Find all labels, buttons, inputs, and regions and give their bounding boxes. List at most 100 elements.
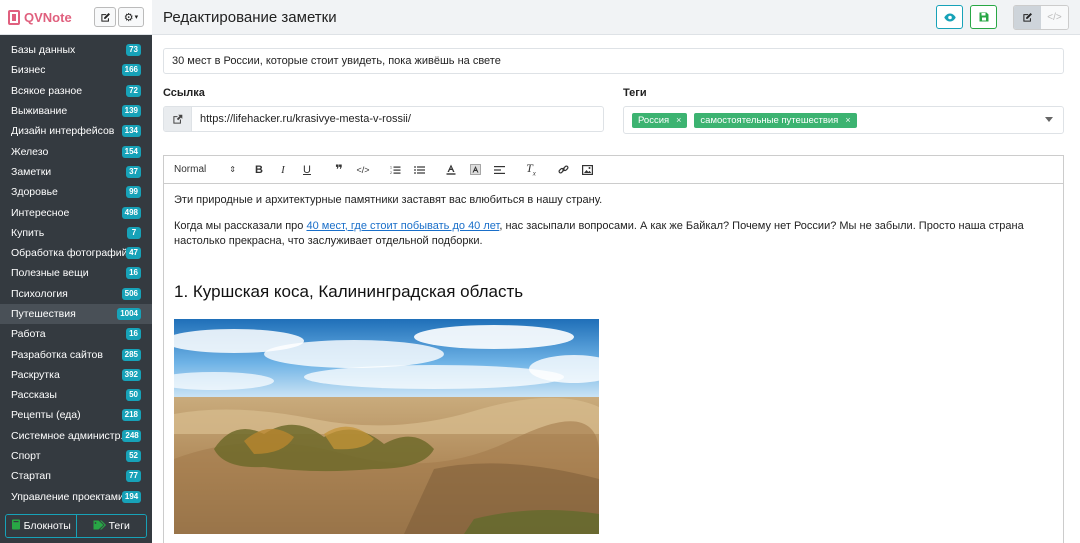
sidebar-item-notebook[interactable]: Бизнес 166 [0, 60, 152, 80]
sidebar-item-notebook[interactable]: Психология 506 [0, 284, 152, 304]
tags-button-label: Теги [108, 520, 130, 532]
tag-label: Россия [638, 114, 670, 126]
sidebar-item-label: Управление проектами [11, 490, 122, 503]
sidebar-item-label: Системное администр... [11, 429, 123, 442]
sidebar-item-label: Рецепты (еда) [11, 409, 81, 422]
sidebar-item-notebook[interactable]: Рассказы 50 [0, 385, 152, 405]
sidebar-item-notebook[interactable]: Спорт 52 [0, 446, 152, 466]
settings-button[interactable]: ⚙ ▾ [118, 7, 144, 27]
count-badge: 16 [126, 267, 141, 280]
note-editor: Normal ⇕ B I U ❞ </> 12 Tx Эти природные… [163, 155, 1064, 543]
sidebar-item-label: Купить [11, 226, 45, 239]
source-mode-button[interactable]: </> [1041, 5, 1068, 29]
notebooks-button[interactable]: Блокноты [6, 515, 76, 537]
link-icon [557, 165, 569, 174]
link-label: Ссылка [163, 87, 205, 99]
count-badge: 47 [126, 247, 141, 260]
sidebar-item-notebook[interactable]: Раскрутка 392 [0, 365, 152, 385]
link-input[interactable]: https://lifehacker.ru/krasivye-mesta-v-r… [192, 107, 603, 131]
ordered-list-icon: 12 [390, 165, 400, 175]
landscape-photo [174, 319, 599, 534]
align-button[interactable] [490, 165, 508, 175]
quote-icon: ❞ [335, 161, 343, 177]
text-color-icon [446, 164, 456, 175]
format-select-value: Normal [174, 164, 207, 175]
sidebar-item-label: Всякое разное [11, 84, 83, 97]
sidebar-item-label: Стартап [11, 470, 51, 483]
mode-toggle: </> [1013, 4, 1069, 30]
bullet-list-button[interactable] [410, 165, 428, 175]
sidebar-item-label: Обработка фотографий [11, 247, 126, 260]
sidebar-item-notebook[interactable]: Разработка сайтов 285 [0, 344, 152, 364]
clear-format-button[interactable]: Tx [522, 161, 540, 177]
italic-icon: I [281, 163, 285, 176]
sidebar-item-label: Разработка сайтов [11, 348, 103, 361]
text-color-button[interactable] [442, 164, 460, 175]
dropdown-caret-icon[interactable] [1045, 117, 1053, 122]
bold-button[interactable]: B [250, 164, 268, 176]
insert-link-button[interactable] [554, 164, 572, 175]
paragraph-text: Когда мы рассказали про [174, 219, 307, 232]
italic-button[interactable]: I [274, 164, 292, 176]
editor-content[interactable]: Эти природные и архитектурные памятники … [164, 184, 1063, 543]
count-badge: 1004 [117, 308, 141, 320]
sidebar-item-notebook[interactable]: Выживание 139 [0, 101, 152, 121]
insert-image-button[interactable] [578, 164, 596, 175]
blockquote-button[interactable]: ❞ [330, 162, 348, 178]
section-heading: 1. Куршская коса, Калининградская област… [174, 281, 524, 301]
page-title: Редактирование заметки [163, 8, 337, 26]
new-notebook-button[interactable] [94, 7, 116, 27]
sidebar-item-notebook[interactable]: Здоровье 99 [0, 182, 152, 202]
external-link-icon [173, 114, 183, 124]
underline-icon: U [303, 163, 311, 176]
remove-tag-icon[interactable]: × [676, 115, 681, 125]
align-left-icon [493, 165, 505, 174]
ordered-list-button[interactable]: 12 [386, 165, 404, 175]
save-button[interactable] [970, 5, 997, 29]
sidebar-item-notebook[interactable]: Полезные вещи 16 [0, 263, 152, 283]
count-badge: 72 [126, 84, 141, 97]
code-icon: </> [356, 164, 370, 175]
notebook-list: Базы данных 73 Бизнес 166 Всякое разное 72 Выж… [0, 40, 152, 507]
note-title-input[interactable]: 30 мест в России, которые стоит увидеть,… [163, 48, 1064, 74]
sidebar-item-label: Психология [11, 287, 68, 300]
format-select[interactable]: Normal ⇕ [174, 164, 236, 175]
sidebar-item-notebook[interactable]: Интересное 498 [0, 202, 152, 222]
sidebar-item-label: Дизайн интерфейсов [11, 125, 115, 138]
sidebar-item-notebook[interactable]: Управление проектами 194 [0, 487, 152, 507]
sidebar-item-notebook[interactable]: Купить 7 [0, 223, 152, 243]
sidebar-item-notebook[interactable]: Заметки 37 [0, 162, 152, 182]
paragraph: Эти природные и архитектурные памятники … [174, 194, 603, 206]
tags-select[interactable]: Россия × самостоятельные путешествия × [623, 106, 1064, 134]
sidebar-item-notebook[interactable]: Железо 154 [0, 141, 152, 161]
tags-button[interactable]: Теги [75, 515, 146, 537]
sidebar-item-notebook[interactable]: Системное администр... 248 [0, 426, 152, 446]
sidebar-item-label: Железо [11, 145, 49, 158]
sidebar-item-notebook[interactable]: Базы данных 73 [0, 40, 152, 60]
sidebar-item-label: Заметки [11, 165, 52, 178]
count-badge: 7 [127, 226, 141, 239]
count-badge: 52 [126, 450, 141, 463]
bold-icon: B [255, 163, 263, 176]
sidebar-item-notebook[interactable]: Дизайн интерфейсов 134 [0, 121, 152, 141]
underline-button[interactable]: U [298, 164, 316, 176]
sidebar-item-notebook[interactable]: Обработка фотографий 47 [0, 243, 152, 263]
sidebar-item-notebook[interactable]: Стартап 77 [0, 466, 152, 486]
sidebar-item-notebook[interactable]: Всякое разное 72 [0, 81, 152, 101]
wysiwyg-mode-button[interactable] [1014, 5, 1041, 29]
sidebar-item-notebook[interactable]: Работа 16 [0, 324, 152, 344]
paragraph: Когда мы рассказали про 40 мест, где сто… [174, 219, 1053, 250]
tag-label: самостоятельные путешествия [700, 114, 839, 126]
code-block-button[interactable]: </> [354, 165, 372, 175]
sidebar-item-notebook[interactable]: Путешествия 1004 [0, 303, 152, 325]
gear-icon: ⚙ [123, 11, 134, 24]
count-badge: 134 [121, 125, 141, 138]
open-link-button[interactable] [164, 107, 192, 131]
preview-button[interactable] [936, 5, 963, 29]
background-color-button[interactable] [466, 164, 484, 175]
remove-tag-icon[interactable]: × [845, 115, 850, 125]
sidebar-footer: Блокноты Теги [5, 514, 147, 538]
sidebar-item-label: Здоровье [11, 186, 58, 199]
article-link[interactable]: 40 мест, где стоит побывать до 40 лет [306, 220, 499, 232]
sidebar-item-notebook[interactable]: Рецепты (еда) 218 [0, 405, 152, 425]
